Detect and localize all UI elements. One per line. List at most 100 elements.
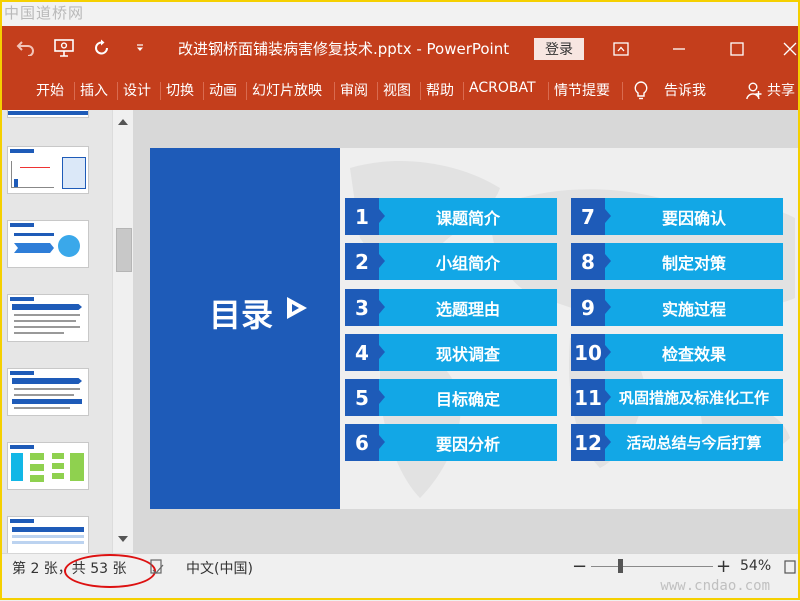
thumbnail-scrollbar[interactable] — [112, 110, 133, 553]
tab-view[interactable]: 视图 — [383, 80, 411, 100]
slide-thumbnail[interactable] — [7, 220, 89, 268]
tab-divider — [622, 82, 623, 100]
tab-slideshow[interactable]: 幻灯片放映 — [252, 80, 322, 100]
toc-item-number: 4 — [345, 334, 385, 371]
tab-divider — [377, 82, 378, 100]
zoom-percent[interactable]: 54% — [740, 558, 771, 574]
toc-item[interactable]: 9 实施过程 — [571, 289, 783, 326]
lightbulb-icon — [634, 81, 648, 105]
toc-item[interactable]: 1 课题简介 — [345, 198, 557, 235]
zoom-in-button[interactable]: + — [716, 556, 731, 577]
spell-check-icon[interactable] — [150, 559, 164, 579]
title-bar: 改进钢桥面铺装病害修复技术.pptx - PowerPoint 登录 — [0, 26, 800, 72]
watermark-bottom: www.cndao.com — [660, 578, 770, 594]
toc-item-label: 要因确认 — [605, 198, 783, 235]
toc-item-number: 10 — [571, 334, 611, 371]
share-user-icon[interactable] — [746, 82, 762, 104]
toc-item-label: 目标确定 — [379, 379, 557, 416]
toc-item[interactable]: 3 选题理由 — [345, 289, 557, 326]
toc-item-number: 5 — [345, 379, 385, 416]
toc-item-label: 巩固措施及标准化工作 — [605, 379, 783, 416]
toc-item[interactable]: 8 制定对策 — [571, 243, 783, 280]
tab-storyboard[interactable]: 情节提要 — [554, 80, 610, 100]
zoom-out-button[interactable]: − — [572, 556, 587, 577]
toc-item-number: 12 — [571, 424, 611, 461]
slide-thumbnail[interactable] — [7, 368, 89, 416]
slide-thumbnail[interactable] — [7, 146, 89, 194]
toc-item-label: 实施过程 — [605, 289, 783, 326]
tab-animations[interactable]: 动画 — [209, 80, 237, 100]
slide-thumbnail[interactable] — [7, 442, 89, 490]
toc-item-number: 1 — [345, 198, 385, 235]
redo-icon[interactable] — [90, 36, 114, 60]
ribbon-tabs: 开始 插入 设计 切换 动画 幻灯片放映 审阅 视图 帮助 ACROBAT 情节… — [0, 72, 800, 110]
tab-divider — [463, 82, 464, 100]
toc-item[interactable]: 6 要因分析 — [345, 424, 557, 461]
toc-item-number: 8 — [571, 243, 611, 280]
zoom-slider-track[interactable] — [591, 566, 713, 567]
minimize-icon[interactable] — [664, 36, 694, 62]
slide-heading: 目录 — [209, 296, 274, 334]
document-title: 改进钢桥面铺装病害修复技术.pptx - PowerPoint — [178, 40, 510, 58]
toc-item[interactable]: 5 目标确定 — [345, 379, 557, 416]
toc-item-label: 小组简介 — [379, 243, 557, 280]
slide-thumbnail-pane — [0, 110, 112, 553]
watermark-top: 中国道桥网 — [4, 4, 85, 22]
slide-thumbnail[interactable] — [7, 516, 89, 553]
slide-thumbnail[interactable] — [7, 110, 89, 118]
toc-item-number: 6 — [345, 424, 385, 461]
tab-divider — [117, 82, 118, 100]
tab-acrobat[interactable]: ACROBAT — [469, 80, 536, 96]
scroll-up-icon[interactable] — [115, 114, 131, 130]
toc-item-label: 选题理由 — [379, 289, 557, 326]
slide-thumbnail[interactable] — [7, 294, 89, 342]
language-indicator[interactable]: 中文(中国) — [186, 558, 253, 578]
maximize-icon[interactable] — [722, 36, 752, 62]
toc-item[interactable]: 12 活动总结与今后打算 — [571, 424, 783, 461]
toc-item[interactable]: 11 巩固措施及标准化工作 — [571, 379, 783, 416]
scroll-down-icon[interactable] — [115, 531, 131, 547]
toc-item-label: 活动总结与今后打算 — [605, 424, 783, 461]
toc-item-number: 7 — [571, 198, 611, 235]
toc-item-number: 11 — [571, 379, 611, 416]
close-icon[interactable] — [775, 36, 800, 62]
tab-divider — [203, 82, 204, 100]
customize-qat-icon[interactable] — [128, 36, 152, 60]
annotation-highlight-ellipse — [64, 554, 156, 588]
quick-access-toolbar — [14, 36, 152, 60]
toc-item[interactable]: 2 小组简介 — [345, 243, 557, 280]
toc-item[interactable]: 4 现状调查 — [345, 334, 557, 371]
tab-divider — [74, 82, 75, 100]
toc-item-label: 检查效果 — [605, 334, 783, 371]
toc-item[interactable]: 10 检查效果 — [571, 334, 783, 371]
tab-home[interactable]: 开始 — [36, 80, 64, 100]
toc-item-label: 现状调查 — [379, 334, 557, 371]
toc-item[interactable]: 7 要因确认 — [571, 198, 783, 235]
tab-transitions[interactable]: 切换 — [166, 80, 194, 100]
undo-icon[interactable] — [14, 36, 38, 60]
tab-review[interactable]: 审阅 — [340, 80, 368, 100]
scrollbar-thumb[interactable] — [116, 228, 132, 272]
tab-divider — [420, 82, 421, 100]
toc-item-label: 制定对策 — [605, 243, 783, 280]
toc-item-number: 9 — [571, 289, 611, 326]
tell-me-box[interactable]: 告诉我 — [664, 80, 706, 100]
tab-divider — [160, 82, 161, 100]
toc-item-label: 要因分析 — [379, 424, 557, 461]
share-button[interactable]: 共享 — [767, 80, 795, 100]
signin-button[interactable]: 登录 — [534, 38, 584, 60]
current-slide[interactable]: 目录 1 课题简介 2 小组简介 3 选题理由 4 现状调查 5 目标确定 6 … — [150, 148, 800, 509]
ribbon-display-options-icon[interactable] — [606, 36, 636, 62]
present-from-start-icon[interactable] — [52, 36, 76, 60]
toc-item-number: 2 — [345, 243, 385, 280]
tab-help[interactable]: 帮助 — [426, 80, 454, 100]
fit-slide-icon[interactable] — [784, 560, 796, 578]
zoom-slider-thumb[interactable] — [618, 559, 623, 573]
toc-item-number: 3 — [345, 289, 385, 326]
tab-divider — [548, 82, 549, 100]
tab-divider — [246, 82, 247, 100]
toc-item-label: 课题简介 — [379, 198, 557, 235]
tab-insert[interactable]: 插入 — [80, 80, 108, 100]
tab-design[interactable]: 设计 — [123, 80, 151, 100]
play-arrow-icon — [285, 295, 309, 325]
